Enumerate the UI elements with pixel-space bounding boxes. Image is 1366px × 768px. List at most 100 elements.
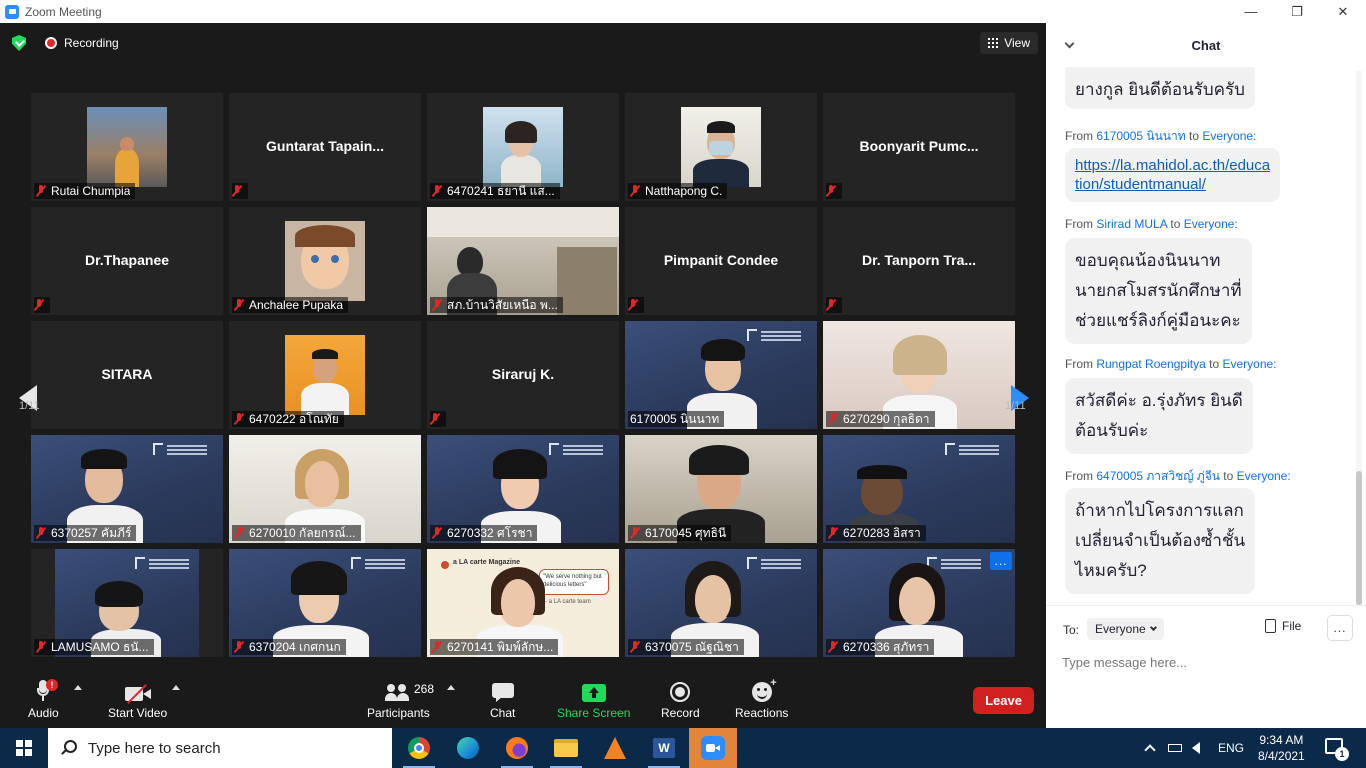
mic-muted-icon [826, 185, 836, 197]
participant-tile[interactable]: Dr.Thapanee [31, 207, 223, 315]
participant-tile[interactable]: Rutai Chumpia [31, 93, 223, 201]
participant-tile[interactable]: 6270283 อิสรา [823, 435, 1015, 543]
participant-tile[interactable]: 6370257 คัมภีร์ [31, 435, 223, 543]
participant-tile[interactable]: ... 6270336 สุภัทรา [823, 549, 1015, 657]
participant-name: สภ.บ้านวิสัยเหนือ พ... [447, 297, 558, 312]
zoom-window: Zoom Meeting — ❐ ✕ Recording View Rutai … [0, 0, 1366, 768]
participant-tile[interactable]: Boonyarit Pumc... [823, 93, 1015, 201]
participant-tile[interactable]: SITARA [31, 321, 223, 429]
participant-tile[interactable]: 6470241 ธยานี แส... [427, 93, 619, 201]
restore-button[interactable]: ❐ [1274, 0, 1320, 23]
participant-name-tag: 6170005 นินนาท [628, 411, 725, 427]
volume-icon[interactable] [1192, 728, 1200, 768]
chat-message-text: นายกสโมสรนักศึกษาที่ [1075, 281, 1242, 300]
link-line[interactable]: tion/studentmanual/ [1075, 175, 1270, 194]
chat-message-link[interactable]: https://la.mahidol.ac.th/educa tion/stud… [1065, 148, 1281, 202]
chat-message-text: สวัสดีค่ะ อ.รุ่งภัทร ยินดี [1075, 391, 1243, 410]
chat-message-input[interactable] [1062, 652, 1352, 672]
vlc-taskbar-button[interactable] [591, 728, 639, 768]
language-indicator[interactable]: ENG [1218, 728, 1244, 768]
participant-tile[interactable]: 6370075 ณัฐณิชา [625, 549, 817, 657]
vlc-cone-icon [604, 737, 626, 759]
participant-tile[interactable]: Anchalee Pupaka [229, 207, 421, 315]
participant-tile[interactable]: 6270010 กัลยกรณ์... [229, 435, 421, 543]
participant-tile[interactable]: 6170045 ศุทธินี [625, 435, 817, 543]
firefox-taskbar-button[interactable] [493, 728, 541, 768]
participant-display-name: Siraruj K. [491, 366, 555, 382]
participant-tile[interactable]: a LA carte Magazine "We serve nothing bu… [427, 549, 619, 657]
leave-button[interactable]: Leave [973, 687, 1034, 714]
participant-tile[interactable]: 6270290 กุลธิดา [823, 321, 1015, 429]
close-button[interactable]: ✕ [1320, 0, 1366, 23]
participant-tile[interactable]: สภ.บ้านวิสัยเหนือ พ... [427, 207, 619, 315]
mic-muted-icon [630, 527, 640, 539]
word-taskbar-button[interactable]: W [640, 728, 688, 768]
taskbar-clock[interactable]: 9:34 AM 8/4/2021 [1258, 732, 1305, 764]
participant-tile[interactable]: Natthapong C. [625, 93, 817, 201]
record-button[interactable]: Record [661, 678, 700, 720]
participant-tile[interactable]: 6370204 เกศกนก [229, 549, 421, 657]
participant-display-name: Boonyarit Pumc... [859, 138, 979, 154]
participants-options-caret-icon[interactable] [447, 685, 455, 690]
mic-muted-icon [36, 527, 46, 539]
participant-tile[interactable]: Dr. Tanporn Tra... [823, 207, 1015, 315]
participant-tile[interactable]: 6270332 ศโรชา [427, 435, 619, 543]
mic-muted-icon [36, 185, 46, 197]
edge-taskbar-button[interactable] [444, 728, 492, 768]
collapse-chevron-icon[interactable] [1064, 38, 1075, 49]
participant-name-tag: Natthapong C. [628, 183, 728, 199]
zoom-taskbar-button[interactable] [689, 728, 737, 768]
battery-icon[interactable] [1168, 728, 1182, 768]
participant-name: 6170045 ศุทธินี [645, 525, 727, 540]
windows-start-icon[interactable] [16, 740, 32, 756]
start-video-button[interactable]: Start Video [108, 678, 167, 720]
minimize-button[interactable]: — [1228, 0, 1274, 23]
file-explorer-taskbar-button[interactable] [542, 728, 590, 768]
university-logo [927, 557, 985, 569]
active-speaker-tile[interactable]: 6170005 นินนาท [625, 321, 817, 429]
sender-name[interactable]: 6470005 ภาสวิชญ์ ภู่จีน [1096, 469, 1220, 483]
sender-name[interactable]: 6170005 นินนาท [1096, 129, 1185, 143]
participant-tile[interactable]: Guntarat Tapain... [229, 93, 421, 201]
video-options-caret-icon[interactable] [172, 685, 180, 690]
taskbar-search-box[interactable]: Type here to search [48, 728, 392, 768]
university-logo [945, 443, 1003, 455]
security-shield-icon[interactable] [12, 35, 26, 51]
chat-bubble-icon [491, 683, 514, 702]
participant-tile[interactable]: 6470222 อโณทัย [229, 321, 421, 429]
tile-more-options-button[interactable]: ... [990, 552, 1012, 570]
meeting-toolbar: Audio ! Start Video Participants 268 Cha… [0, 673, 1046, 728]
recipient-dropdown[interactable]: Everyone [1087, 618, 1164, 640]
recording-indicator[interactable]: Recording [40, 33, 119, 53]
chrome-icon [408, 737, 430, 759]
participant-name: 6470241 ธยานี แส... [447, 183, 555, 198]
mic-muted-icon [826, 299, 836, 311]
mic-muted-icon [234, 413, 244, 425]
share-screen-icon [581, 684, 606, 702]
participant-name-tag: 6270141 พิมพ์ลักษ... [430, 639, 559, 655]
university-logo [747, 557, 805, 569]
chat-scrollbar-thumb[interactable] [1356, 471, 1362, 605]
sender-name[interactable]: Rungpat Roengpitya [1096, 357, 1205, 371]
chat-button[interactable]: Chat [490, 678, 515, 720]
file-button[interactable]: File [1265, 619, 1301, 633]
participant-tile[interactable]: Pimpanit Condee [625, 207, 817, 315]
participant-tile[interactable]: Siraruj K. [427, 321, 619, 429]
tray-overflow-button[interactable] [1144, 728, 1156, 768]
participant-name-tag: Anchalee Pupaka [232, 297, 349, 313]
view-button[interactable]: View [980, 32, 1038, 54]
mic-muted-icon [432, 185, 442, 197]
mic-muted-icon [432, 641, 442, 653]
link-line[interactable]: https://la.mahidol.ac.th/educa [1075, 156, 1270, 175]
participant-video [285, 221, 365, 301]
chrome-taskbar-button[interactable] [395, 728, 443, 768]
reactions-button[interactable]: + Reactions [735, 677, 788, 720]
to-word: to [1189, 129, 1200, 143]
sender-name[interactable]: Sirirad MULA [1096, 217, 1167, 231]
participant-tile[interactable]: LAMUSAMO ธนั... [31, 549, 223, 657]
participant-display-name: Guntarat Tapain... [266, 138, 384, 154]
share-screen-button[interactable]: Share Screen [557, 678, 630, 720]
chat-message-sender: From Rungpat Roengpitya to Everyone: [1065, 357, 1277, 371]
chat-more-button[interactable]: ... [1327, 615, 1353, 641]
audio-options-caret-icon[interactable] [74, 685, 82, 690]
